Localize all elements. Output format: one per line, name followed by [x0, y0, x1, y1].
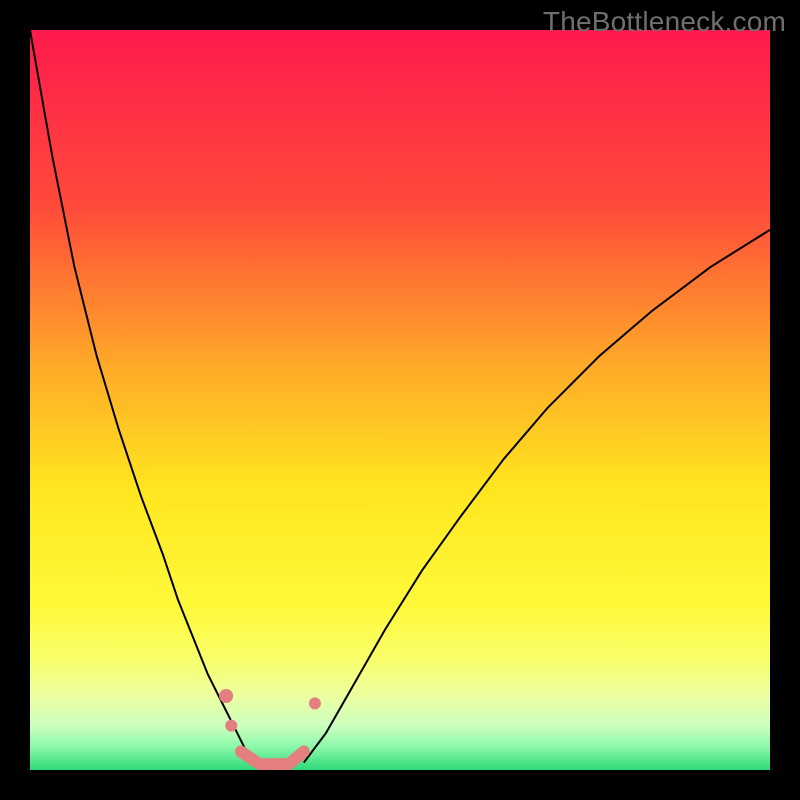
chart-frame: TheBottleneck.com	[0, 0, 800, 800]
marker-dot	[225, 720, 237, 732]
watermark-label: TheBottleneck.com	[543, 6, 786, 38]
plot-area	[30, 30, 770, 770]
marker-dot	[219, 689, 233, 703]
marker-dot	[309, 697, 321, 709]
gradient-background	[30, 30, 770, 770]
chart-canvas	[30, 30, 770, 770]
